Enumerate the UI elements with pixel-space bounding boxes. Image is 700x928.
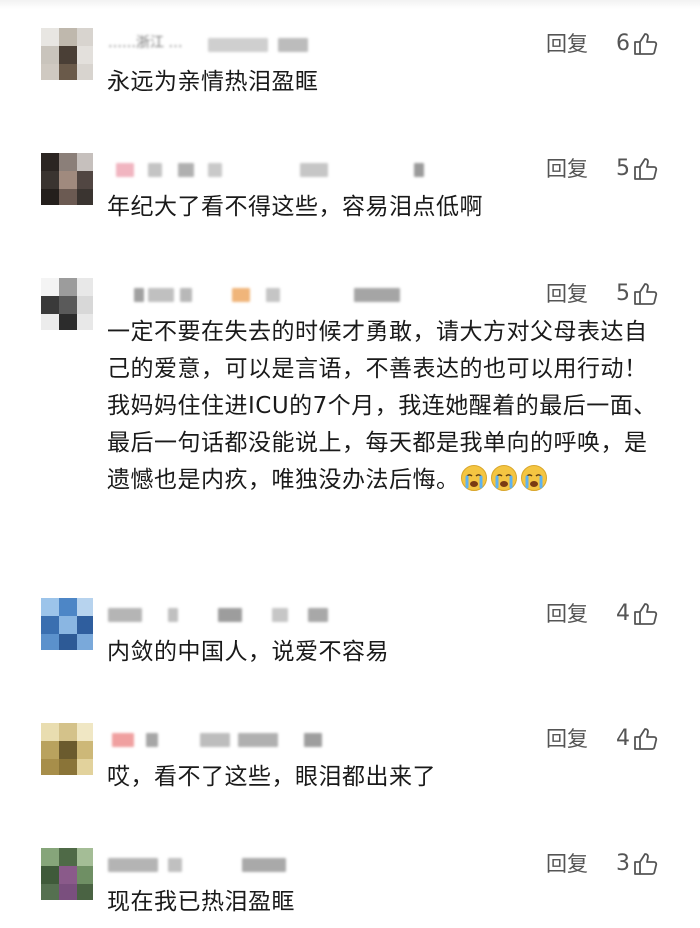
thumbs-up-icon — [632, 726, 658, 752]
comment-meta — [108, 159, 438, 177]
crying-face-emoji-icon — [520, 464, 548, 492]
comment-meta — [108, 284, 438, 302]
like-count: 5 — [616, 156, 630, 181]
avatar[interactable] — [41, 848, 93, 900]
like-count: 5 — [616, 281, 630, 306]
thumbs-up-icon — [632, 601, 658, 627]
reply-button[interactable]: 回复 — [546, 155, 588, 183]
avatar[interactable] — [41, 723, 93, 775]
crying-face-emoji-icon — [490, 464, 518, 492]
avatar[interactable] — [41, 153, 93, 205]
like-button[interactable]: 4 — [616, 600, 658, 628]
like-button[interactable]: 6 — [616, 30, 658, 58]
comment-body: 永远为亲情热泪盈眶 — [107, 69, 319, 95]
like-button[interactable]: 3 — [616, 850, 658, 878]
comment-body: 内敛的中国人，说爱不容易 — [107, 639, 389, 665]
comment-body: 一定不要在失去的时候才勇敢，请大方对父母表达自己的爱意，可以是言语，不善表达的也… — [107, 314, 667, 499]
like-button[interactable]: 4 — [616, 725, 658, 753]
reply-button[interactable]: 回复 — [546, 280, 588, 308]
comment-meta-text: ……浙江 … — [108, 35, 183, 51]
avatar[interactable] — [41, 28, 93, 80]
thumbs-up-icon — [632, 851, 658, 877]
comment-meta: ……浙江 … — [108, 34, 438, 52]
emoji-group — [460, 464, 550, 493]
thumbs-up-icon — [632, 31, 658, 57]
like-count: 4 — [616, 726, 630, 751]
comment-body: 哎，看不了这些，眼泪都出来了 — [107, 764, 436, 790]
like-button[interactable]: 5 — [616, 155, 658, 183]
comment-meta — [108, 854, 438, 872]
comment-meta — [108, 729, 438, 747]
crying-face-emoji-icon — [460, 464, 488, 492]
thumbs-up-icon — [632, 156, 658, 182]
reply-button[interactable]: 回复 — [546, 30, 588, 58]
thumbs-up-icon — [632, 281, 658, 307]
reply-button[interactable]: 回复 — [546, 725, 588, 753]
like-count: 4 — [616, 601, 630, 626]
like-button[interactable]: 5 — [616, 280, 658, 308]
top-divider — [0, 0, 700, 9]
like-count: 6 — [616, 31, 630, 56]
avatar[interactable] — [41, 598, 93, 650]
reply-button[interactable]: 回复 — [546, 850, 588, 878]
like-count: 3 — [616, 851, 630, 876]
comment-body: 年纪大了看不得这些，容易泪点低啊 — [107, 194, 483, 220]
avatar[interactable] — [41, 278, 93, 330]
comment-meta — [108, 604, 438, 622]
reply-button[interactable]: 回复 — [546, 600, 588, 628]
comment-body: 现在我已热泪盈眶 — [107, 889, 295, 915]
comment-body-text: 一定不要在失去的时候才勇敢，请大方对父母表达自己的爱意，可以是言语，不善表达的也… — [107, 319, 657, 493]
